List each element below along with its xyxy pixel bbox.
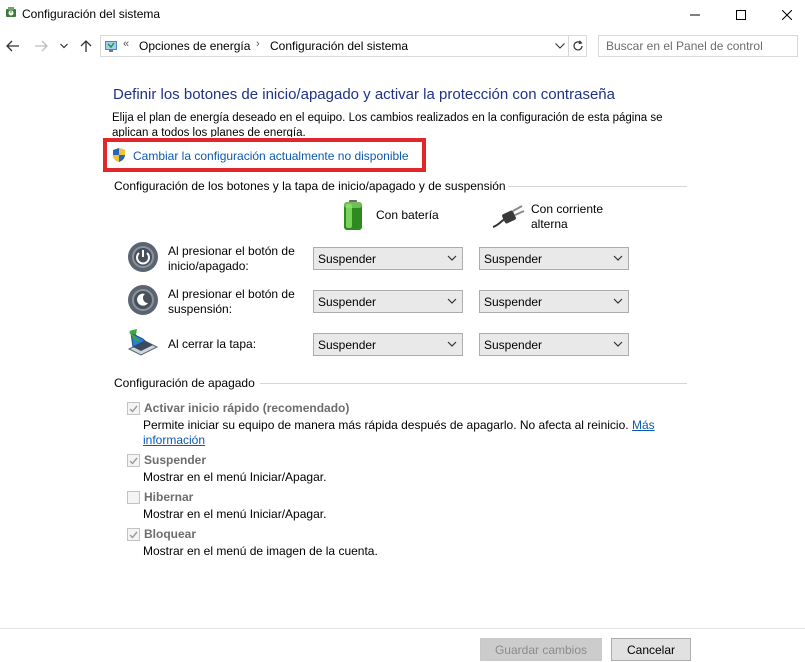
- hibernate-description: Mostrar en el menú Iniciar/Apagar.: [143, 507, 327, 521]
- sleep-button-icon: [127, 284, 159, 316]
- chevron-down-icon: [613, 255, 623, 261]
- save-changes-button[interactable]: Guardar cambios: [480, 638, 602, 661]
- select-value: Suspender: [484, 251, 543, 266]
- row-label-line2: inicio/apagado:: [168, 259, 249, 273]
- breadcrumb-system-settings[interactable]: Configuración del sistema: [270, 39, 408, 53]
- more-info-link[interactable]: Más: [632, 418, 655, 432]
- hibernate-label: Hibernar: [144, 490, 194, 504]
- chevron-down-icon: [447, 341, 457, 347]
- sleep-description: Mostrar en el menú Iniciar/Apagar.: [143, 470, 327, 484]
- column-header-battery: Con batería: [376, 208, 439, 222]
- forward-arrow-icon: [35, 40, 48, 52]
- change-unavailable-settings-link[interactable]: Cambiar la configuración actualmente no …: [133, 149, 409, 163]
- battery-icon: [339, 199, 367, 231]
- chevron-down-icon: [447, 255, 457, 261]
- column-header-ac-line1: Con corriente: [531, 202, 604, 216]
- window-title: Configuración del sistema: [22, 7, 161, 21]
- chevron-down-icon: [447, 298, 457, 304]
- maximize-button[interactable]: [718, 0, 764, 29]
- sleep-label: Suspender: [144, 453, 207, 467]
- checkmark-icon: [129, 531, 138, 539]
- chevron-down-icon: [613, 341, 623, 347]
- close-icon: [782, 9, 792, 20]
- chevron-down-icon: [60, 43, 68, 49]
- laptop-lid-icon: [127, 327, 159, 359]
- fast-startup-checkbox[interactable]: [127, 402, 140, 415]
- fast-startup-description: Permite iniciar su equipo de manera más …: [143, 418, 673, 448]
- section-divider: [508, 186, 687, 187]
- select-value: Suspender: [318, 337, 377, 352]
- row-label-line1: Al presionar el botón de: [168, 244, 295, 258]
- breadcrumb-separator: ›: [256, 38, 260, 50]
- buttons-section-title: Configuración de los botones y la tapa d…: [114, 179, 506, 193]
- row-label-line1: Al cerrar la tapa:: [168, 337, 257, 351]
- chevron-down-icon: [555, 43, 565, 49]
- select-value: Suspender: [318, 294, 377, 309]
- lock-checkbox[interactable]: [127, 528, 140, 541]
- maximize-icon: [736, 9, 746, 20]
- up-button[interactable]: [77, 37, 95, 55]
- chevron-down-icon: [613, 298, 623, 304]
- close-button[interactable]: [764, 0, 805, 29]
- minimize-button[interactable]: [672, 0, 718, 29]
- hibernate-checkbox[interactable]: [127, 491, 140, 504]
- back-button[interactable]: [4, 37, 22, 55]
- column-header-ac-line2: alterna: [531, 217, 568, 231]
- more-info-link-continued[interactable]: información: [143, 433, 205, 447]
- lock-description: Mostrar en el menú de imagen de la cuent…: [143, 544, 378, 558]
- cancel-button[interactable]: Cancelar: [611, 638, 691, 661]
- power-button-battery-select[interactable]: Suspender: [313, 247, 463, 270]
- minimize-icon: [690, 14, 700, 15]
- checkmark-icon: [129, 457, 138, 465]
- footer-divider: [0, 628, 805, 629]
- intro-text: Elija el plan de energía deseado en el e…: [112, 112, 663, 137]
- column-header-ac: Con corriente alterna: [531, 202, 603, 232]
- lid-close-label: Al cerrar la tapa:: [168, 337, 308, 352]
- search-input[interactable]: [598, 35, 798, 57]
- section-divider: [260, 383, 687, 384]
- page-title: Definir los botones de inicio/apagado y …: [113, 86, 615, 103]
- breadcrumb-power-options[interactable]: Opciones de energía: [139, 39, 250, 53]
- lid-close-battery-select[interactable]: Suspender: [313, 333, 463, 356]
- uac-shield-icon: [111, 147, 127, 163]
- select-value: Suspender: [318, 251, 377, 266]
- refresh-icon: [572, 40, 583, 51]
- fast-startup-desc-text: Permite iniciar su equipo de manera más …: [143, 418, 629, 432]
- sleep-checkbox[interactable]: [127, 454, 140, 467]
- power-plug-icon: [491, 203, 525, 229]
- sleep-button-ac-select[interactable]: Suspender: [479, 290, 629, 313]
- checkmark-icon: [129, 405, 138, 413]
- sleep-button-label: Al presionar el botón de suspensión:: [168, 287, 308, 317]
- shutdown-section-title: Configuración de apagado: [114, 376, 255, 390]
- refresh-button[interactable]: [568, 36, 586, 56]
- sleep-button-battery-select[interactable]: Suspender: [313, 290, 463, 313]
- recent-locations-button[interactable]: [58, 37, 70, 55]
- power-button-ac-select[interactable]: Suspender: [479, 247, 629, 270]
- breadcrumb-overflow[interactable]: «: [123, 38, 129, 50]
- power-button-label: Al presionar el botón de inicio/apagado:: [168, 244, 308, 274]
- power-options-app-icon: [4, 6, 18, 20]
- power-button-icon: [127, 241, 159, 273]
- control-panel-icon: [104, 39, 118, 53]
- up-arrow-icon: [80, 40, 92, 52]
- back-arrow-icon: [6, 40, 19, 52]
- lid-close-ac-select[interactable]: Suspender: [479, 333, 629, 356]
- address-dropdown-button[interactable]: [552, 38, 568, 54]
- select-value: Suspender: [484, 337, 543, 352]
- fast-startup-label: Activar inicio rápido (recomendado): [144, 401, 350, 415]
- row-label-line2: suspensión:: [168, 302, 233, 316]
- row-label-line1: Al presionar el botón de: [168, 287, 295, 301]
- lock-label: Bloquear: [144, 527, 197, 541]
- forward-button[interactable]: [32, 37, 50, 55]
- select-value: Suspender: [484, 294, 543, 309]
